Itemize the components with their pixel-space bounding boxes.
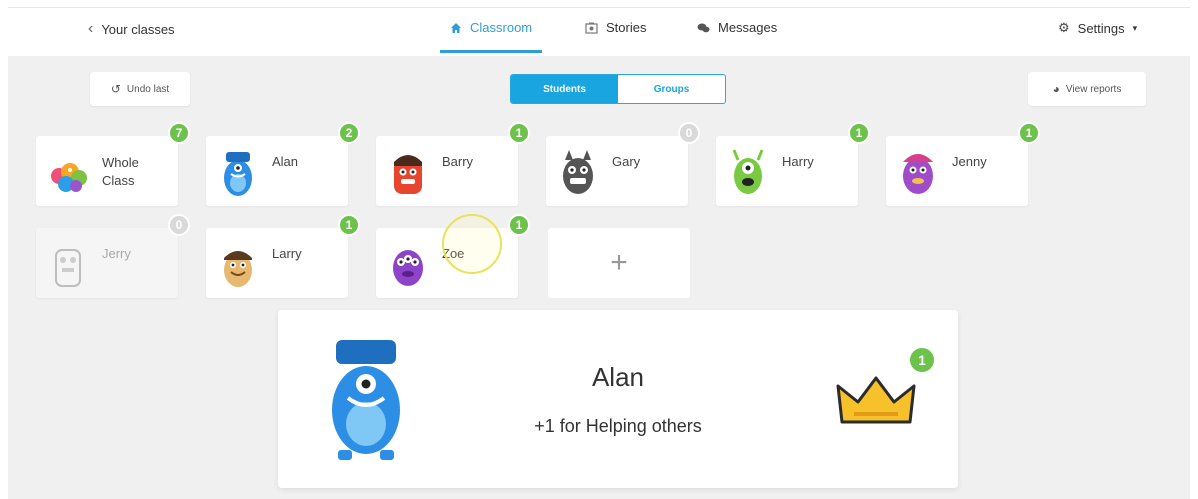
points-badge: 0 [168,214,190,236]
chevron-left-icon: ‹ [88,20,94,37]
student-card-harry[interactable]: Harry [716,136,858,206]
student-name: Larry [272,246,302,261]
pie-chart-icon: ◕ [1052,82,1060,96]
gray-monster-avatar-icon [563,150,593,194]
undo-label: Undo last [126,83,170,95]
points-badge: 0 [678,122,700,144]
back-to-classes-link[interactable]: ‹ Your classes [88,20,175,38]
add-student-button[interactable]: + [548,228,690,298]
red-monster-avatar-icon [394,155,422,194]
popup-points-badge: 1 [908,346,936,374]
tab-stories[interactable]: Stories [585,20,646,35]
student-name: Gary [612,154,641,169]
groups-toggle[interactable]: Groups [618,75,725,103]
green-monster-avatar-icon [732,149,764,194]
points-badge: 7 [168,122,190,144]
student-card-gary[interactable]: Gary [546,136,688,206]
tan-monster-avatar-icon [224,251,252,287]
student-card-alan[interactable]: Alan [206,136,348,206]
crown-icon [836,376,916,424]
point-award-popup: Alan +1 for Helping others 1 [278,310,958,488]
student-name: Jerry [102,246,131,261]
student-card-larry[interactable]: Larry [206,228,348,298]
student-card-jenny[interactable]: Jenny [886,136,1028,206]
points-badge: 1 [508,214,530,236]
tab-label: Messages [718,20,778,35]
undo-last-button[interactable]: ↺ Undo last [90,72,190,106]
purple-monster-avatar-icon [903,154,933,194]
tab-label: Stories [606,20,647,35]
settings-menu[interactable]: ⚙ Settings ▾ [1058,20,1137,36]
tab-classroom[interactable]: Classroom [439,20,543,53]
view-toggle: Students Groups [510,74,726,104]
points-badge: 1 [508,122,530,144]
gray-faded-monster-avatar-icon [55,249,81,287]
plus-icon: + [610,246,628,279]
blue-monster-large-icon [332,340,400,460]
points-badge: 1 [338,214,360,236]
back-label: Your classes [101,21,175,37]
student-name: Barry [442,154,474,169]
top-navigation: ‹ Your classes Classroom Stories Message… [0,0,1198,56]
gear-icon: ⚙ [1058,20,1070,35]
purple-blob-avatar-icon [393,250,423,286]
undo-icon: ↺ [110,82,121,96]
classroom-panel: ↺ Undo last Students Groups ◕ View repor… [8,56,1190,499]
cursor-highlight [442,214,502,274]
student-card-jerry[interactable]: Jerry [36,228,178,298]
student-name: Jenny [952,154,987,169]
chat-icon [697,23,710,32]
stories-icon [585,22,598,34]
top-divider [8,7,1190,8]
student-name: Whole Class [102,154,162,190]
students-toggle[interactable]: Students [511,75,618,103]
points-badge: 1 [1018,122,1040,144]
tab-messages[interactable]: Messages [697,20,777,35]
settings-label: Settings [1077,20,1125,36]
view-reports-button[interactable]: ◕ View reports [1028,72,1146,106]
student-name: Harry [782,154,814,169]
blue-monster-avatar-icon [224,152,252,196]
whole-class-avatar-icon [51,163,87,192]
tab-label: Classroom [470,20,533,35]
student-card-whole-class[interactable]: Whole Class [36,136,178,206]
points-badge: 1 [848,122,870,144]
reports-label: View reports [1065,83,1122,95]
student-card-barry[interactable]: Barry [376,136,518,206]
points-badge: 2 [338,122,360,144]
home-icon [451,22,461,33]
student-name-text: Whole Class [102,155,139,188]
caret-down-icon: ▾ [1132,22,1138,33]
student-name: Alan [272,154,299,169]
